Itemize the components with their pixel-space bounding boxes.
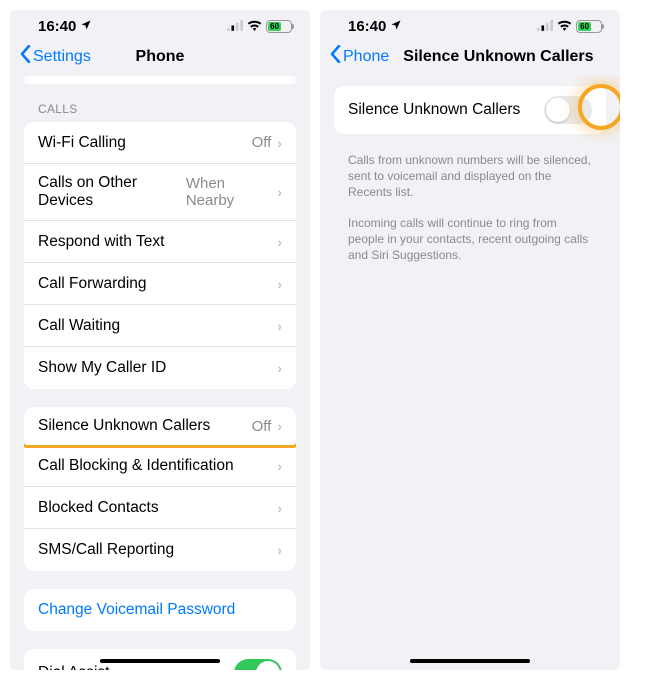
row-silence-unknown-callers[interactable]: Silence Unknown Callers Off › — [24, 407, 296, 448]
row-respond-with-text[interactable]: Respond with Text › — [24, 221, 296, 263]
wifi-icon — [247, 18, 262, 35]
row-label: Silence Unknown Callers — [38, 417, 210, 435]
row-value: When Nearby — [186, 175, 272, 209]
back-label: Phone — [343, 48, 389, 66]
location-icon — [390, 18, 402, 35]
status-bar: 16:40 60 — [10, 10, 310, 39]
battery-level: 60 — [268, 22, 281, 31]
row-show-caller-id[interactable]: Show My Caller ID › — [24, 347, 296, 389]
content-area[interactable]: Silence Unknown Callers Calls from unkno… — [320, 76, 620, 670]
back-button[interactable]: Phone — [330, 45, 389, 68]
voicemail-group: Change Voicemail Password — [24, 589, 296, 631]
row-silence-unknown-callers[interactable]: Silence Unknown Callers — [334, 86, 606, 134]
signal-icon — [537, 18, 553, 35]
row-sms-call-reporting[interactable]: SMS/Call Reporting › — [24, 529, 296, 571]
row-blocked-contacts[interactable]: Blocked Contacts › — [24, 487, 296, 529]
chevron-right-icon: › — [277, 184, 282, 200]
row-label: Respond with Text — [38, 233, 164, 251]
phone-settings-screen: 16:40 60 Settings Phone CALLS — [10, 10, 310, 670]
row-label: Call Forwarding — [38, 275, 147, 293]
calls-group: Wi-Fi Calling Off › Calls on Other Devic… — [24, 122, 296, 389]
row-change-voicemail-password[interactable]: Change Voicemail Password — [24, 589, 296, 631]
row-call-blocking-identification[interactable]: Call Blocking & Identification › — [24, 445, 296, 487]
blocking-group: Silence Unknown Callers Off › Call Block… — [24, 407, 296, 571]
signal-icon — [227, 18, 243, 35]
row-label: Call Waiting — [38, 317, 120, 335]
dial-assist-toggle[interactable] — [234, 659, 282, 670]
nav-bar: Phone Silence Unknown Callers — [320, 39, 620, 76]
content-area[interactable]: CALLS Wi-Fi Calling Off › Calls on Other… — [10, 76, 310, 670]
row-label: Dial Assist — [38, 664, 110, 670]
row-value: Off — [252, 418, 272, 435]
section-header-calls: CALLS — [24, 102, 296, 122]
wifi-icon — [557, 18, 572, 35]
row-label: Calls on Other Devices — [38, 174, 186, 210]
row-value: Off — [252, 134, 272, 151]
row-wifi-calling[interactable]: Wi-Fi Calling Off › — [24, 122, 296, 164]
silence-toggle[interactable] — [544, 96, 592, 124]
row-label: Call Blocking & Identification — [38, 457, 234, 475]
chevron-right-icon: › — [277, 276, 282, 292]
row-call-waiting[interactable]: Call Waiting › — [24, 305, 296, 347]
home-indicator[interactable] — [410, 659, 530, 664]
status-bar: 16:40 60 — [320, 10, 620, 39]
row-label: SMS/Call Reporting — [38, 541, 174, 559]
chevron-left-icon — [330, 45, 341, 68]
status-time: 16:40 — [348, 18, 386, 35]
row-call-forwarding[interactable]: Call Forwarding › — [24, 263, 296, 305]
back-button[interactable]: Settings — [20, 45, 91, 68]
battery-icon: 60 — [576, 20, 602, 33]
row-label: Blocked Contacts — [38, 499, 159, 517]
home-indicator[interactable] — [100, 659, 220, 664]
chevron-right-icon: › — [277, 318, 282, 334]
row-label: Wi-Fi Calling — [38, 134, 126, 152]
chevron-left-icon — [20, 45, 31, 68]
silence-group: Silence Unknown Callers — [334, 86, 606, 134]
status-time: 16:40 — [38, 18, 76, 35]
nav-bar: Settings Phone — [10, 39, 310, 76]
row-label: Show My Caller ID — [38, 359, 166, 377]
silence-footer-2: Incoming calls will continue to ring fro… — [334, 215, 606, 278]
chevron-right-icon: › — [277, 135, 282, 151]
row-calls-other-devices[interactable]: Calls on Other Devices When Nearby › — [24, 164, 296, 221]
chevron-right-icon: › — [277, 458, 282, 474]
chevron-right-icon: › — [277, 234, 282, 250]
chevron-right-icon: › — [277, 418, 282, 434]
chevron-right-icon: › — [277, 360, 282, 376]
back-label: Settings — [33, 48, 91, 66]
chevron-right-icon: › — [277, 500, 282, 516]
location-icon — [80, 18, 92, 35]
battery-level: 60 — [578, 22, 591, 31]
group-clip — [24, 76, 296, 84]
page-title: Silence Unknown Callers — [403, 48, 593, 66]
battery-icon: 60 — [266, 20, 292, 33]
row-label: Change Voicemail Password — [38, 601, 235, 619]
row-label: Silence Unknown Callers — [348, 101, 520, 119]
silence-unknown-callers-screen: 16:40 60 Phone Silence Unknown Callers — [320, 10, 620, 670]
silence-footer-1: Calls from unknown numbers will be silen… — [334, 152, 606, 215]
chevron-right-icon: › — [277, 542, 282, 558]
